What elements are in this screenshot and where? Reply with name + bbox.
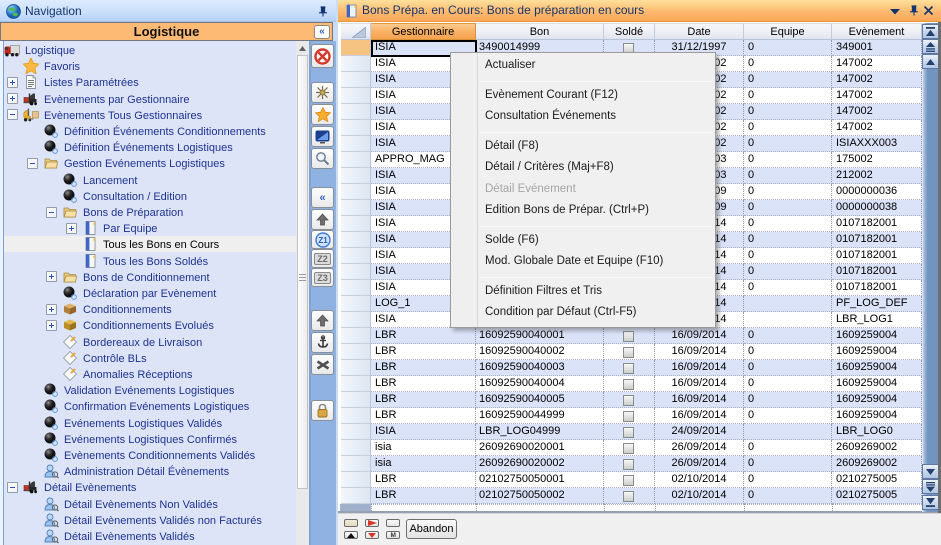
- svg-text:Z1: Z1: [318, 236, 328, 245]
